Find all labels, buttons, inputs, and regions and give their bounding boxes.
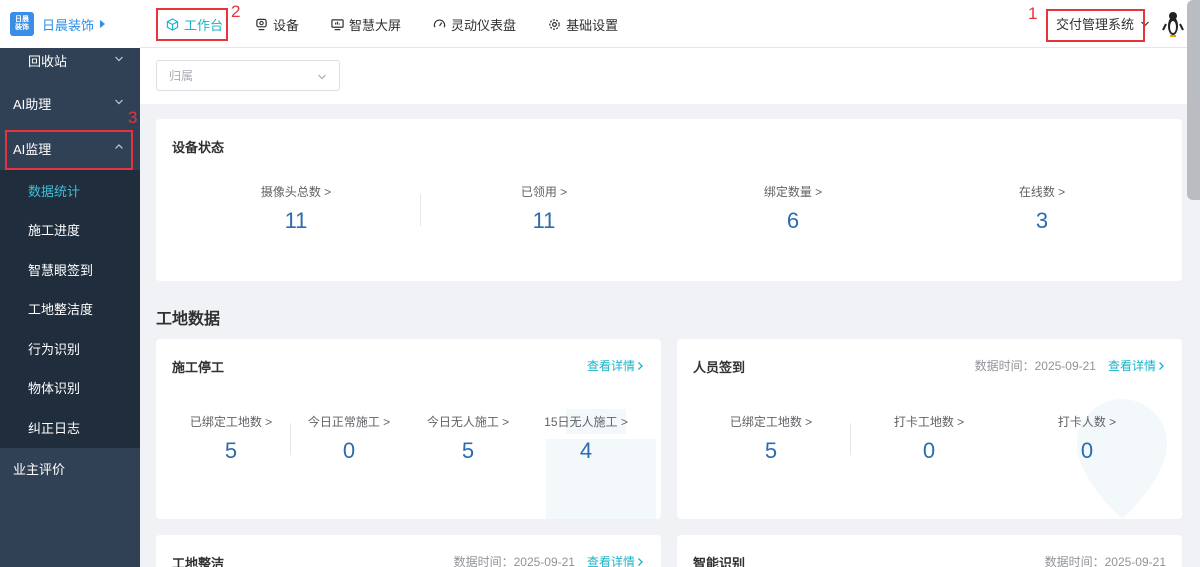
data-time: 数据时间：2025-09-21 xyxy=(1044,555,1166,567)
stat-online-count[interactable]: 在线数 > 3 xyxy=(992,183,1092,234)
stat-bound-sites[interactable]: 已绑定工地数 > 5 xyxy=(181,413,281,464)
camera-icon xyxy=(256,18,267,30)
dashboard-icon xyxy=(433,19,446,28)
stat-normal-today[interactable]: 今日正常施工 > 0 xyxy=(299,413,399,464)
card-title: 工地整洁 xyxy=(172,556,225,567)
chevron-down-icon xyxy=(318,74,326,80)
highlight-system-select xyxy=(1046,9,1145,42)
sidebar-item-object-recognition[interactable]: 物体识别 xyxy=(0,367,140,407)
card-title: 人员签到 xyxy=(693,360,746,375)
divider xyxy=(420,194,421,226)
view-details-link[interactable]: 查看详情 xyxy=(587,357,645,374)
gear-icon xyxy=(549,18,560,30)
divider xyxy=(290,423,291,455)
stat-unmanned-15days[interactable]: 15日无人施工 > 4 xyxy=(536,413,636,464)
stat-bound-count[interactable]: 绑定数量 > 6 xyxy=(743,183,843,234)
divider xyxy=(850,423,851,455)
sidebar: 回收站 AI助理 AI监理 数据统计 施工进度 智慧眼签到 工地整洁度 行为识别… xyxy=(0,48,140,567)
annotation-number: 2 xyxy=(231,2,241,21)
card-header-right: 数据时间：2025-09-21 xyxy=(1045,553,1166,567)
card-title: 设备状态 xyxy=(172,140,225,155)
monitor-icon xyxy=(331,18,344,30)
card-title: 施工停工 xyxy=(172,360,225,375)
section-title: 工地数据 xyxy=(156,311,221,328)
brand-name: 日晨装饰 xyxy=(42,17,95,33)
highlight-ai-supervision xyxy=(5,130,133,170)
sidebar-item-data-stats[interactable]: 数据统计 xyxy=(0,170,140,210)
card-title: 智能识别 xyxy=(693,556,746,567)
annotation-number: 3 xyxy=(128,108,138,127)
chevron-down-icon xyxy=(115,99,123,105)
caret-right-icon xyxy=(100,20,106,28)
device-status-card: 设备状态 摄像头总数 > 11 已领用 > 11 绑定数量 > 6 在线数 > … xyxy=(156,119,1182,281)
stat-checkin-people[interactable]: 打卡人数 > 0 xyxy=(1037,413,1137,464)
chevron-right-icon xyxy=(1159,361,1164,370)
stat-checkin-sites[interactable]: 打卡工地数 > 0 xyxy=(879,413,979,464)
nav-basic-settings[interactable]: 基础设置 xyxy=(538,8,628,40)
stat-camera-total[interactable]: 摄像头总数 > 11 xyxy=(246,183,346,234)
stat-unmanned-today[interactable]: 今日无人施工 > 5 xyxy=(418,413,518,464)
sidebar-item-progress[interactable]: 施工进度 xyxy=(0,209,140,249)
nav-dashboard[interactable]: 灵动仪表盘 xyxy=(423,8,526,40)
sidebar-item-smart-eye-signin[interactable]: 智慧眼签到 xyxy=(0,249,140,289)
view-details-link[interactable]: 查看详情 xyxy=(587,553,645,567)
construction-stop-card: 施工停工 查看详情 已绑定工地数 > 5 今日正常施工 > 0 今日无人施工 >… xyxy=(156,339,661,519)
stat-bound-sites[interactable]: 已绑定工地数 > 5 xyxy=(721,413,821,464)
data-time: 数据时间：2025-09-21 xyxy=(974,359,1096,373)
card-header-right: 查看详情 xyxy=(575,357,645,374)
sidebar-submenu: 数据统计 施工进度 智慧眼签到 工地整洁度 行为识别 物体识别 纠正日志 xyxy=(0,170,140,448)
chevron-down-icon xyxy=(115,56,123,62)
stat-assigned[interactable]: 已领用 > 11 xyxy=(494,183,594,234)
top-nav: 工作台 设备 智慧大屏 灵动仪表盘 基础设置 xyxy=(156,0,640,48)
nav-device[interactable]: 设备 xyxy=(245,8,309,40)
nav-smart-screen[interactable]: 智慧大屏 xyxy=(321,8,411,40)
smart-recognition-card: 智能识别 数据时间：2025-09-21 xyxy=(677,535,1182,567)
sidebar-item-recycle-bin[interactable]: 回收站 xyxy=(0,40,140,80)
sidebar-item-owner-review[interactable]: 业主评价 xyxy=(0,448,140,488)
data-time: 数据时间：2025-09-21 xyxy=(453,555,575,567)
card-header-right: 数据时间：2025-09-21 查看详情 xyxy=(454,553,645,567)
side-widget[interactable] xyxy=(1187,0,1200,200)
chevron-right-icon xyxy=(638,361,643,370)
site-clean-card: 工地整洁 数据时间：2025-09-21 查看详情 xyxy=(156,535,661,567)
highlight-workbench xyxy=(156,8,228,41)
ownership-select[interactable]: 归属 xyxy=(156,60,340,91)
card-header-right: 数据时间：2025-09-21 查看详情 xyxy=(975,357,1166,374)
sidebar-item-site-cleanliness[interactable]: 工地整洁度 xyxy=(0,288,140,328)
sidebar-item-behavior-recognition[interactable]: 行为识别 xyxy=(0,328,140,368)
annotation-number: 1 xyxy=(1028,4,1038,23)
view-details-link[interactable]: 查看详情 xyxy=(1108,357,1166,374)
chevron-right-icon xyxy=(638,557,643,566)
sidebar-item-ai-assistant[interactable]: AI助理 xyxy=(0,83,140,123)
staff-signin-card: 人员签到 数据时间：2025-09-21 查看详情 已绑定工地数 > 5 打卡工… xyxy=(677,339,1182,519)
brand-logo: 日晨 装饰 xyxy=(10,12,34,36)
sidebar-item-correction-log[interactable]: 纠正日志 xyxy=(0,407,140,447)
avatar[interactable] xyxy=(1160,10,1186,38)
